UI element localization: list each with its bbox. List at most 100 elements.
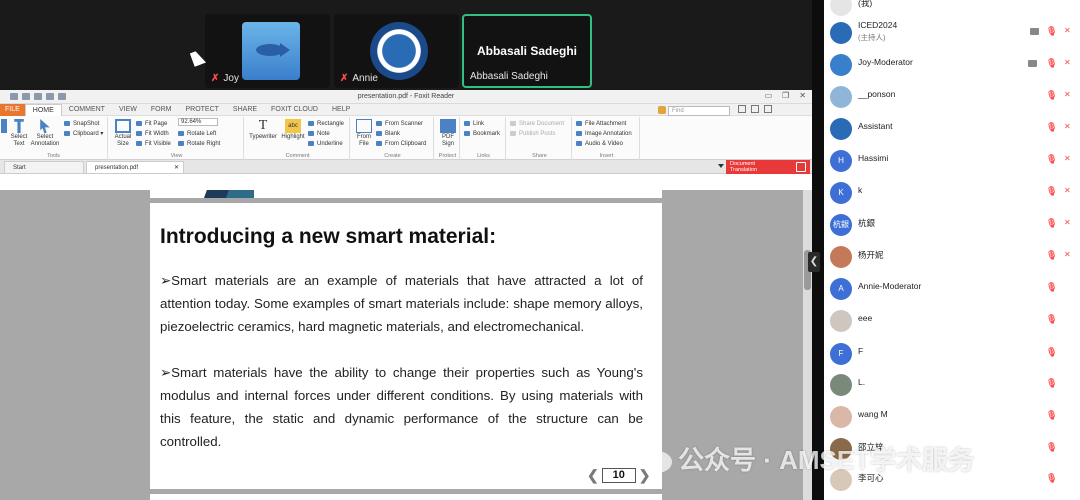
video-tile-joy[interactable]: ✗ Joy	[205, 14, 330, 88]
snapshot-button[interactable]: SnapShot	[64, 120, 99, 128]
highlight-button[interactable]: abc Highlight	[280, 119, 306, 141]
participant-row[interactable]: F F 🎙	[824, 337, 1080, 369]
close-tab-icon[interactable]: ✕	[174, 162, 179, 174]
mic-muted-icon[interactable]: 🎙	[1046, 250, 1057, 261]
document-translation-button[interactable]: Document Translation	[726, 160, 810, 174]
mic-muted-icon[interactable]: 🎙	[1046, 473, 1057, 484]
select-text-button[interactable]: Select Text	[10, 119, 28, 148]
participant-name: Hassimi	[858, 153, 889, 163]
participant-row[interactable]: 杨开妮 🎙 ✕	[824, 240, 1080, 272]
mic-muted-icon[interactable]: 🎙	[1046, 186, 1057, 197]
video-tile-annie[interactable]: ✗ Annie	[334, 14, 459, 88]
video-tile-active-speaker[interactable]: Abbasali Sadeghi Abbasali Sadeghi	[462, 14, 592, 88]
close-icon[interactable]: ✕	[799, 91, 806, 100]
camera-off-icon[interactable]: ✕	[1064, 218, 1071, 227]
participant-row[interactable]: wang M 🎙	[824, 400, 1080, 432]
tab-view[interactable]: VIEW	[112, 104, 144, 116]
participant-row[interactable]: 杭銀 杭銀 🎙 ✕	[824, 208, 1080, 240]
rotate-left-button[interactable]: Rotate Left	[178, 130, 216, 138]
rectangle-button[interactable]: Rectangle	[308, 120, 344, 128]
tab-file[interactable]: FILE	[0, 103, 25, 116]
tab-comment[interactable]: COMMENT	[62, 104, 112, 116]
fit-page-button[interactable]: Fit Page	[136, 120, 167, 128]
restore-icon[interactable]: ❐	[782, 91, 789, 100]
mic-muted-icon[interactable]: 🎙	[1046, 90, 1057, 101]
participant-row[interactable]: Kk 🎙 ✕	[824, 176, 1080, 208]
camera-off-icon[interactable]: ✕	[1064, 250, 1071, 259]
hand-button[interactable]	[0, 119, 8, 134]
camera-off-icon[interactable]: ✕	[1064, 26, 1071, 35]
doc-tab-start[interactable]: Start	[4, 161, 84, 173]
mic-muted-icon[interactable]: 🎙	[1046, 314, 1057, 325]
participant-row[interactable]: Assistant 🎙 ✕	[824, 112, 1080, 144]
tab-form[interactable]: FORM	[144, 104, 179, 116]
rotate-right-button[interactable]: Rotate Right	[178, 140, 220, 148]
mic-muted-icon[interactable]: 🎙	[1046, 347, 1057, 358]
link-button[interactable]: Link	[464, 120, 484, 128]
collapse-panel-button[interactable]: ❮	[808, 252, 820, 272]
share-document-button[interactable]: Share Document	[510, 120, 564, 128]
participant-row[interactable]: __ponson 🎙 ✕	[824, 80, 1080, 112]
audio-video-button[interactable]: Audio & Video	[576, 140, 623, 148]
camera-off-icon[interactable]: ✕	[1064, 122, 1071, 131]
mic-muted-icon[interactable]: 🎙	[1046, 122, 1057, 133]
blank-button[interactable]: Blank	[376, 130, 400, 138]
underline-button[interactable]: Underline	[308, 140, 343, 148]
mic-muted-icon[interactable]: 🎙	[1046, 154, 1057, 165]
participant-row[interactable]: ICED2024 (主持人) 🎙 ✕	[824, 16, 1080, 48]
doc-tab-presentation[interactable]: presentation.pdf ✕	[86, 161, 184, 173]
mic-muted-icon[interactable]: 🎙	[1046, 218, 1057, 229]
participant-row[interactable]: Joy-Moderator 🎙 ✕	[824, 48, 1080, 80]
fit-width-button[interactable]: Fit Width	[136, 130, 169, 138]
tab-foxit-cloud[interactable]: FOXIT CLOUD	[264, 104, 325, 116]
typewriter-button[interactable]: T Typewriter	[248, 119, 278, 141]
image-annotation-button[interactable]: Image Annotation	[576, 130, 632, 138]
settings-icon[interactable]	[751, 105, 759, 113]
group-label: Comment	[285, 153, 310, 159]
group-label: Insert	[599, 153, 614, 159]
mic-muted-icon[interactable]: 🎙	[1046, 26, 1057, 37]
publish-posts-button[interactable]: Publish Posts	[510, 130, 555, 138]
find-input[interactable]: Find	[668, 106, 730, 116]
participant-row[interactable]: eee 🎙	[824, 304, 1080, 336]
from-file-button[interactable]: From File	[354, 119, 374, 148]
participant-row[interactable]: A Annie-Moderator 🎙	[824, 272, 1080, 304]
minimize-icon[interactable]: ▭	[765, 91, 773, 100]
camera-off-icon[interactable]: ✕	[1064, 58, 1071, 67]
help-icon[interactable]	[764, 105, 772, 113]
camera-off-icon[interactable]: ✕	[1064, 90, 1071, 99]
zoom-input[interactable]: 92.64%	[178, 118, 218, 126]
tab-share[interactable]: SHARE	[226, 104, 264, 116]
avatar: F	[830, 343, 852, 365]
tab-home[interactable]: HOME	[24, 103, 62, 116]
tab-help[interactable]: HELP	[325, 104, 357, 116]
camera-off-icon[interactable]: ✕	[1064, 186, 1071, 195]
mic-muted-icon[interactable]: 🎙	[1046, 442, 1057, 453]
camera-off-icon[interactable]: ✕	[1064, 154, 1071, 163]
from-scanner-button[interactable]: From Scanner	[376, 120, 423, 128]
avatar: K	[830, 182, 852, 204]
file-attachment-button[interactable]: File Attachment	[576, 120, 626, 128]
tab-protect[interactable]: PROTECT	[178, 104, 225, 116]
fit-visible-button[interactable]: Fit Visible	[136, 140, 171, 148]
group-label: Tools	[47, 153, 60, 159]
group-comment: T Typewriter abc Highlight Rectangle Note …	[246, 117, 350, 160]
avatar	[830, 118, 852, 140]
select-annotation-button[interactable]: Select Annotation	[30, 119, 60, 148]
mic-muted-icon[interactable]: 🎙	[1046, 378, 1057, 389]
mic-muted-icon[interactable]: 🎙	[1046, 58, 1057, 69]
participant-row[interactable]: L. 🎙	[824, 368, 1080, 400]
participant-row[interactable]: H Hassimi 🎙 ✕	[824, 144, 1080, 176]
mic-muted-icon[interactable]: 🎙	[1046, 410, 1057, 421]
actual-size-button[interactable]: Actual Size	[112, 119, 134, 148]
ribbon-right-tools	[738, 105, 772, 113]
layout-icon[interactable]	[738, 105, 746, 113]
from-clipboard-button[interactable]: From Clipboard	[376, 140, 426, 148]
note-button[interactable]: Note	[308, 130, 330, 138]
bookmark-button[interactable]: Bookmark	[464, 130, 500, 138]
pdf-sign-button[interactable]: PDF Sign	[438, 119, 458, 148]
clipboard-button[interactable]: Clipboard ▾	[64, 130, 103, 138]
tab-list-dropdown-icon[interactable]	[718, 164, 724, 168]
mic-muted-icon[interactable]: 🎙	[1046, 282, 1057, 293]
participant-name: Annie-Moderator	[858, 281, 922, 291]
